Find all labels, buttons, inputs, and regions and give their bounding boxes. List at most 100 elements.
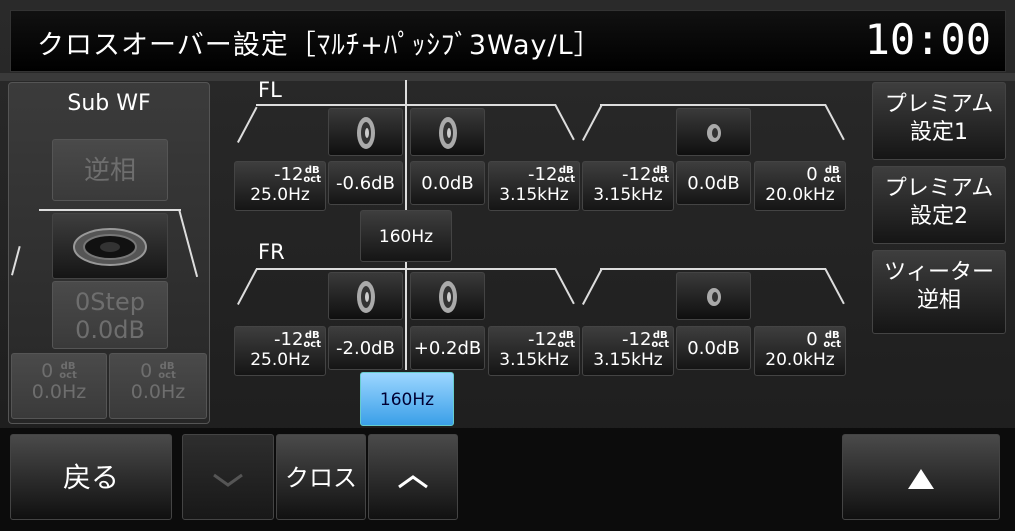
fr-curve-top <box>256 268 556 270</box>
fl-tweeter-hpf-button[interactable]: -12dB oct 3.15kHz <box>582 161 674 211</box>
tweeter-phase-line1: ツィーター <box>883 260 994 285</box>
fl-tweeter-gain-button[interactable]: 0.0dB <box>676 161 751 205</box>
fl-curve-low-rise <box>237 106 258 143</box>
speaker-icon <box>357 117 375 149</box>
header-divider <box>0 73 1015 81</box>
subwoofer-low-slope-button[interactable]: 0 dB oct 0.0Hz <box>11 353 107 419</box>
fr-curve-tw-rise <box>582 268 603 305</box>
fl-tweeter-hi-freq-value: 20.0kHz <box>765 185 835 205</box>
fr-tweeter-gain-button[interactable]: 0.0dB <box>676 326 751 370</box>
subwoofer-level-button[interactable]: 0Step 0.0dB <box>52 281 168 349</box>
subwoofer-step-value: 0Step <box>75 288 145 316</box>
fl-tweeter-lo-freq-value: 3.15kHz <box>593 185 663 205</box>
premium-setting-1-line1: プレミアム <box>884 92 994 117</box>
sub-curve-top <box>39 209 181 211</box>
fl-mid-hi-freq-value: 3.15kHz <box>499 185 569 205</box>
premium-setting-2-button[interactable]: プレミアム 設定2 <box>872 166 1006 244</box>
fl-mid-gain-button[interactable]: 0.0dB <box>410 161 485 205</box>
subwoofer-high-freq-value: 0.0Hz <box>130 381 186 403</box>
back-button[interactable]: 戻る <box>10 434 172 520</box>
fr-mid-hi-slope-value: -12 <box>528 329 558 350</box>
premium-setting-2-line2: 設定2 <box>910 204 968 229</box>
fr-mid-gain-button[interactable]: +0.2dB <box>410 326 485 370</box>
subwoofer-speaker-button[interactable] <box>52 213 168 279</box>
subwoofer-speaker-icon <box>73 228 147 266</box>
speaker-icon <box>439 281 457 313</box>
fl-crossover-button[interactable]: 160Hz <box>360 210 452 262</box>
fr-tweeter-lo-slope-value: -12 <box>622 329 652 350</box>
fl-curve-top <box>256 104 556 106</box>
fr-low-hpf-button[interactable]: -12dB oct 25.0Hz <box>234 326 326 376</box>
fl-woofer-gain-button[interactable]: -0.6dB <box>328 161 403 205</box>
fr-low-freq-value: 25.0Hz <box>250 350 310 370</box>
fl-curve-tw-fall <box>824 104 845 141</box>
scroll-down-button[interactable] <box>182 434 274 520</box>
speaker-icon <box>439 117 457 149</box>
fl-curve-mid-fall <box>554 104 575 141</box>
speaker-icon <box>357 281 375 313</box>
subwoofer-low-freq-value: 0.0Hz <box>31 381 87 403</box>
mode-label-button[interactable]: クロス <box>276 434 366 520</box>
triangle-up-icon <box>908 469 934 489</box>
subwoofer-low-slope-value: 0 <box>41 360 54 382</box>
tweeter-phase-button[interactable]: ツィーター 逆相 <box>872 250 1006 334</box>
fl-mid-lpf-button[interactable]: -12dB oct 3.15kHz <box>488 161 580 211</box>
fr-woofer-button[interactable] <box>328 272 403 320</box>
fl-low-slope-value: -12 <box>274 164 304 185</box>
fr-mid-hi-freq-value: 3.15kHz <box>499 350 569 370</box>
db-oct-unit: dB oct <box>823 330 841 350</box>
tweeter-phase-line2: 逆相 <box>916 288 961 313</box>
tweeter-icon <box>707 288 721 306</box>
db-oct-unit: dB oct <box>651 330 669 350</box>
sub-curve-right <box>178 209 199 278</box>
fr-crossover-button[interactable]: 160Hz <box>360 372 454 426</box>
premium-setting-2-line1: プレミアム <box>884 176 994 201</box>
fr-mid-button[interactable] <box>410 272 485 320</box>
fl-tweeter-button[interactable] <box>676 108 751 156</box>
bottom-bar: 戻る クロス <box>0 428 1015 531</box>
sub-curve-left <box>11 246 21 276</box>
fr-curve-mid-fall <box>554 268 575 305</box>
fl-mid-button[interactable] <box>410 108 485 156</box>
fl-tweeter-lpf-button[interactable]: 0 dB oct 20.0kHz <box>754 161 846 211</box>
fl-mid-hi-slope-value: -12 <box>528 164 558 185</box>
eject-button[interactable] <box>842 434 1000 520</box>
fr-woofer-gain-button[interactable]: -2.0dB <box>328 326 403 370</box>
fr-tweeter-lo-freq-value: 3.15kHz <box>593 350 663 370</box>
db-oct-unit: dB oct <box>557 165 575 185</box>
fr-tweeter-hi-slope-value: 0 <box>806 329 818 350</box>
fl-low-hpf-button[interactable]: -12dB oct 25.0Hz <box>234 161 326 211</box>
title-bar: クロスオーバー設定［ﾏﾙﾁ+ﾊﾟｯｼﾌﾞ3Way/L］ 10:00 <box>10 10 1006 72</box>
subwoofer-high-slope-value: 0 <box>140 360 153 382</box>
db-oct-unit: dB oct <box>303 165 321 185</box>
fl-tweeter-hi-slope-value: 0 <box>806 164 818 185</box>
db-oct-unit: dB oct <box>823 165 841 185</box>
chevron-down-icon <box>213 473 243 487</box>
fl-curve-tw-top <box>600 104 826 106</box>
fr-tweeter-button[interactable] <box>676 272 751 320</box>
fr-curve-low-rise <box>237 268 258 305</box>
fl-tweeter-lo-slope-value: -12 <box>622 164 652 185</box>
clock: 10:00 <box>864 15 991 64</box>
chevron-up-icon <box>398 475 428 489</box>
fr-tweeter-hi-freq-value: 20.0kHz <box>765 350 835 370</box>
fl-woofer-button[interactable] <box>328 108 403 156</box>
fl-low-freq-value: 25.0Hz <box>250 185 310 205</box>
fl-channel-label: FL <box>258 78 282 102</box>
fr-curve-tw-top <box>600 268 826 270</box>
db-oct-unit: dB oct <box>303 330 321 350</box>
fr-tweeter-lpf-button[interactable]: 0 dB oct 20.0kHz <box>754 326 846 376</box>
subwoofer-phase-button[interactable]: 逆相 <box>52 139 168 201</box>
fl-curve-tw-rise <box>582 104 603 141</box>
scroll-up-button[interactable] <box>368 434 458 520</box>
fr-curve-tw-fall <box>824 268 845 305</box>
fr-tweeter-hpf-button[interactable]: -12dB oct 3.15kHz <box>582 326 674 376</box>
db-oct-unit: dB oct <box>651 165 669 185</box>
db-oct-unit: dB oct <box>158 361 176 381</box>
tweeter-icon <box>707 124 721 142</box>
subwoofer-panel: Sub WF 逆相 0Step 0.0dB 0 dB oct 0.0Hz 0 dB… <box>8 82 210 424</box>
premium-setting-1-button[interactable]: プレミアム 設定1 <box>872 82 1006 160</box>
subwoofer-high-slope-button[interactable]: 0 dB oct 0.0Hz <box>109 353 207 419</box>
subwoofer-level-value: 0.0dB <box>75 316 145 344</box>
fr-mid-lpf-button[interactable]: -12dB oct 3.15kHz <box>488 326 580 376</box>
